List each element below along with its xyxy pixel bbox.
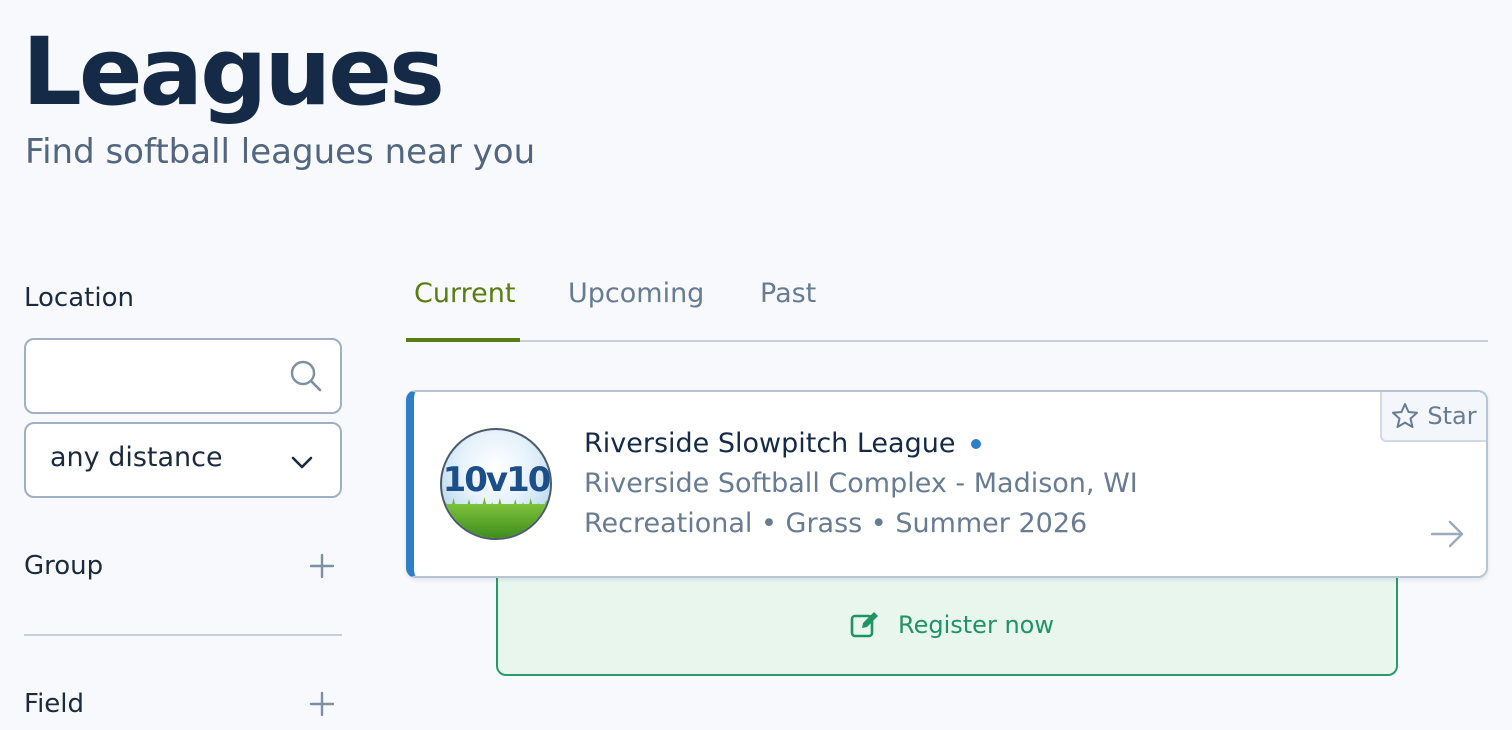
league-meta: Recreational • Grass • Summer 2026 — [584, 508, 1088, 539]
status-dot — [971, 438, 982, 449]
location-search-input[interactable] — [40, 354, 280, 398]
search-icon[interactable] — [288, 358, 324, 394]
logo-text: 10v10 — [442, 460, 550, 500]
plus-icon[interactable] — [308, 690, 336, 718]
location-search-box[interactable] — [24, 338, 342, 414]
league-tabs: Current Upcoming Past — [406, 270, 1488, 342]
star-icon — [1392, 403, 1419, 428]
page-subtitle: Find softball leagues near you — [25, 132, 536, 172]
league-venue: Riverside Softball Complex - Madison, WI — [584, 468, 1138, 499]
field-filter-label: Field — [24, 689, 85, 719]
page-title: Leagues — [22, 18, 445, 127]
active-tab-indicator — [406, 338, 520, 342]
grass-base — [442, 504, 550, 538]
group-filter-toggle[interactable]: Group — [24, 546, 342, 586]
league-logo: 10v10 — [440, 428, 552, 540]
tab-current[interactable]: Current — [414, 276, 515, 312]
chevron-down-icon — [291, 456, 313, 469]
tab-past[interactable]: Past — [760, 276, 816, 312]
field-filter-toggle[interactable]: Field — [24, 684, 342, 724]
page: Leagues Find softball leagues near you L… — [0, 0, 1512, 730]
edit-icon — [850, 612, 878, 638]
location-label: Location — [24, 283, 134, 313]
plus-icon[interactable] — [308, 552, 336, 580]
register-content: Register now — [850, 610, 1054, 640]
distance-select[interactable]: any distance — [24, 422, 342, 498]
register-now-label: Register now — [898, 611, 1054, 639]
league-name: Riverside Slowpitch League — [584, 428, 956, 459]
league-name-row: Riverside Slowpitch League — [584, 428, 982, 459]
star-button[interactable]: Star — [1380, 392, 1486, 442]
arrow-right-icon[interactable] — [1428, 514, 1468, 554]
filter-divider — [24, 634, 342, 636]
group-filter-label: Group — [24, 551, 104, 581]
league-card[interactable]: 10v10 Riverside Slowpitch League Riversi… — [406, 390, 1488, 578]
tab-upcoming[interactable]: Upcoming — [568, 276, 704, 312]
star-label: Star — [1427, 402, 1477, 430]
distance-select-value: any distance — [50, 442, 223, 473]
